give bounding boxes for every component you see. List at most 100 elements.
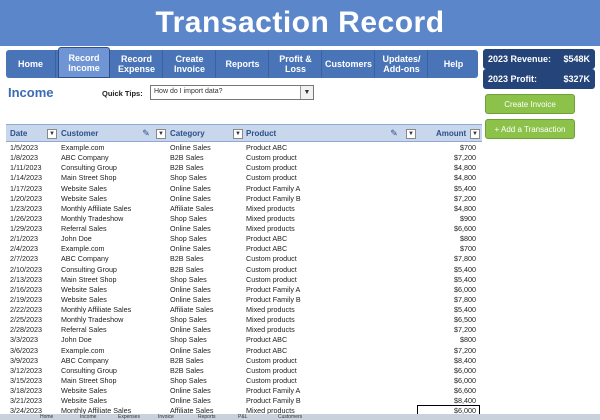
nav-reports[interactable]: Reports bbox=[217, 50, 269, 78]
cell-customer[interactable]: Website Sales bbox=[61, 194, 107, 204]
cell-customer[interactable]: Referral Sales bbox=[61, 325, 107, 335]
sheet-tab[interactable]: Home bbox=[40, 414, 53, 420]
cell-date[interactable]: 3/18/2023 bbox=[10, 386, 42, 396]
cell-category[interactable]: Online Sales bbox=[170, 325, 211, 335]
cell-customer[interactable]: Monthly Tradeshow bbox=[61, 315, 123, 325]
cell-product[interactable]: Mixed products bbox=[246, 315, 295, 325]
table-row[interactable]: 2/16/2023 Website Sales Online Sales Produc… bbox=[6, 285, 482, 295]
category-filter-dropdown-icon[interactable]: ▼ bbox=[233, 129, 243, 139]
sheet-tab[interactable]: Income bbox=[80, 414, 96, 420]
cell-date[interactable]: 2/25/2023 bbox=[10, 315, 42, 325]
nav-home[interactable]: Home bbox=[6, 50, 56, 78]
cell-category[interactable]: Shop Sales bbox=[170, 214, 207, 224]
cell-customer[interactable]: Monthly Tradeshow bbox=[61, 214, 123, 224]
cell-product[interactable]: Custom product bbox=[246, 366, 297, 376]
cell-date[interactable]: 2/22/2023 bbox=[10, 305, 42, 315]
table-row[interactable]: 2/22/2023 Monthly Affiliate Sales Affiliat… bbox=[6, 305, 482, 315]
cell-product[interactable]: Custom product bbox=[246, 265, 297, 275]
table-row[interactable]: 1/26/2023 Monthly Tradeshow Shop Sales Mixe… bbox=[6, 214, 482, 224]
cell-customer[interactable]: Consulting Group bbox=[61, 366, 117, 376]
cell-customer[interactable]: Website Sales bbox=[61, 285, 107, 295]
cell-date[interactable]: 1/23/2023 bbox=[10, 204, 42, 214]
product-filter-dropdown-icon[interactable]: ▼ bbox=[406, 129, 416, 139]
cell-customer[interactable]: Website Sales bbox=[61, 386, 107, 396]
nav-updates-addons[interactable]: Updates/ Add-ons bbox=[376, 50, 428, 78]
cell-customer[interactable]: ABC Company bbox=[61, 254, 109, 264]
cell-amount[interactable]: $7,200 bbox=[454, 194, 476, 204]
sheet-tab[interactable]: Customers bbox=[278, 414, 302, 420]
cell-date[interactable]: 2/10/2023 bbox=[10, 265, 42, 275]
cell-amount[interactable]: $700 bbox=[460, 143, 476, 153]
cell-amount[interactable]: $6,000 bbox=[454, 285, 476, 295]
cell-amount[interactable]: $700 bbox=[460, 244, 476, 254]
cell-category[interactable]: Shop Sales bbox=[170, 275, 207, 285]
cell-date[interactable]: 1/26/2023 bbox=[10, 214, 42, 224]
cell-customer[interactable]: Consulting Group bbox=[61, 163, 117, 173]
table-row[interactable]: 2/19/2023 Website Sales Online Sales Produc… bbox=[6, 295, 482, 305]
cell-amount[interactable]: $4,800 bbox=[454, 204, 476, 214]
cell-product[interactable]: Custom product bbox=[246, 275, 297, 285]
cell-category[interactable]: Online Sales bbox=[170, 346, 211, 356]
cell-date[interactable]: 2/28/2023 bbox=[10, 325, 42, 335]
cell-date[interactable]: 1/11/2023 bbox=[10, 163, 41, 173]
date-filter-dropdown-icon[interactable]: ▼ bbox=[47, 129, 57, 139]
cell-amount[interactable]: $6,600 bbox=[454, 386, 476, 396]
cell-date[interactable]: 2/13/2023 bbox=[10, 275, 42, 285]
cell-product[interactable]: Product ABC bbox=[246, 335, 287, 345]
cell-date[interactable]: 2/7/2023 bbox=[10, 254, 38, 264]
cell-product[interactable]: Mixed products bbox=[246, 204, 295, 214]
cell-category[interactable]: Online Sales bbox=[170, 396, 211, 406]
cell-product[interactable]: Custom product bbox=[246, 173, 297, 183]
sheet-tab[interactable]: Expenses bbox=[118, 414, 140, 420]
cell-product[interactable]: Custom product bbox=[246, 254, 297, 264]
cell-date[interactable]: 1/20/2023 bbox=[10, 194, 42, 204]
nav-record-expense[interactable]: Record Expense bbox=[111, 50, 163, 78]
cell-customer[interactable]: Website Sales bbox=[61, 295, 107, 305]
cell-category[interactable]: Affiliate Sales bbox=[170, 204, 213, 214]
cell-customer[interactable]: John Doe bbox=[61, 234, 92, 244]
table-row[interactable]: 1/5/2023 Example.com Online Sales Product A… bbox=[6, 143, 482, 153]
cell-amount[interactable]: $6,000 bbox=[454, 366, 476, 376]
table-row[interactable]: 3/18/2023 Website Sales Online Sales Produc… bbox=[6, 386, 482, 396]
table-row[interactable]: 2/13/2023 Main Street Shop Shop Sales Custo… bbox=[6, 275, 482, 285]
cell-date[interactable]: 3/6/2023 bbox=[10, 346, 38, 356]
cell-amount[interactable]: $800 bbox=[460, 234, 476, 244]
cell-customer[interactable]: Monthly Affiliate Sales bbox=[61, 204, 131, 214]
chevron-down-icon[interactable]: ▼ bbox=[300, 86, 313, 99]
nav-help[interactable]: Help bbox=[429, 50, 478, 78]
cell-product[interactable]: Product Family A bbox=[246, 386, 300, 396]
cell-date[interactable]: 3/3/2023 bbox=[10, 335, 38, 345]
cell-category[interactable]: Shop Sales bbox=[170, 315, 207, 325]
sheet-tab[interactable]: P&L bbox=[238, 414, 247, 420]
cell-customer[interactable]: Example.com bbox=[61, 143, 105, 153]
cell-customer[interactable]: Monthly Affiliate Sales bbox=[61, 305, 131, 315]
cell-category[interactable]: Online Sales bbox=[170, 386, 211, 396]
amount-filter-dropdown-icon[interactable]: ▼ bbox=[470, 129, 480, 139]
cell-customer[interactable]: Website Sales bbox=[61, 184, 107, 194]
cell-product[interactable]: Product Family B bbox=[246, 396, 301, 406]
table-row[interactable]: 1/17/2023 Website Sales Online Sales Produc… bbox=[6, 184, 482, 194]
cell-category[interactable]: Online Sales bbox=[170, 194, 211, 204]
cell-amount[interactable]: $5,400 bbox=[454, 275, 476, 285]
cell-category[interactable]: B2B Sales bbox=[170, 254, 204, 264]
cell-product[interactable]: Product ABC bbox=[246, 143, 287, 153]
table-row[interactable]: 2/28/2023 Referral Sales Online Sales Mixed… bbox=[6, 325, 482, 335]
table-row[interactable]: 1/29/2023 Referral Sales Online Sales Mixed… bbox=[6, 224, 482, 234]
cell-category[interactable]: Shop Sales bbox=[170, 234, 207, 244]
cell-product[interactable]: Mixed products bbox=[246, 325, 295, 335]
add-transaction-button[interactable]: + Add a Transaction bbox=[485, 119, 575, 139]
cell-customer[interactable]: Main Street Shop bbox=[61, 173, 117, 183]
table-row[interactable]: 2/25/2023 Monthly Tradeshow Shop Sales Mixe… bbox=[6, 315, 482, 325]
table-row[interactable]: 2/7/2023 ABC Company B2B Sales Custom produ… bbox=[6, 254, 482, 264]
cell-product[interactable]: Custom product bbox=[246, 356, 297, 366]
cell-amount[interactable]: $5,400 bbox=[454, 265, 476, 275]
cell-customer[interactable]: Main Street Shop bbox=[61, 275, 117, 285]
table-row[interactable]: 2/10/2023 Consulting Group B2B Sales Custom… bbox=[6, 265, 482, 275]
cell-category[interactable]: B2B Sales bbox=[170, 265, 204, 275]
cell-amount[interactable]: $6,600 bbox=[454, 224, 476, 234]
nav-create-invoice[interactable]: Create Invoice bbox=[164, 50, 216, 78]
cell-date[interactable]: 3/15/2023 bbox=[10, 376, 42, 386]
cell-category[interactable]: Online Sales bbox=[170, 295, 211, 305]
cell-product[interactable]: Custom product bbox=[246, 376, 297, 386]
cell-product[interactable]: Custom product bbox=[246, 153, 297, 163]
